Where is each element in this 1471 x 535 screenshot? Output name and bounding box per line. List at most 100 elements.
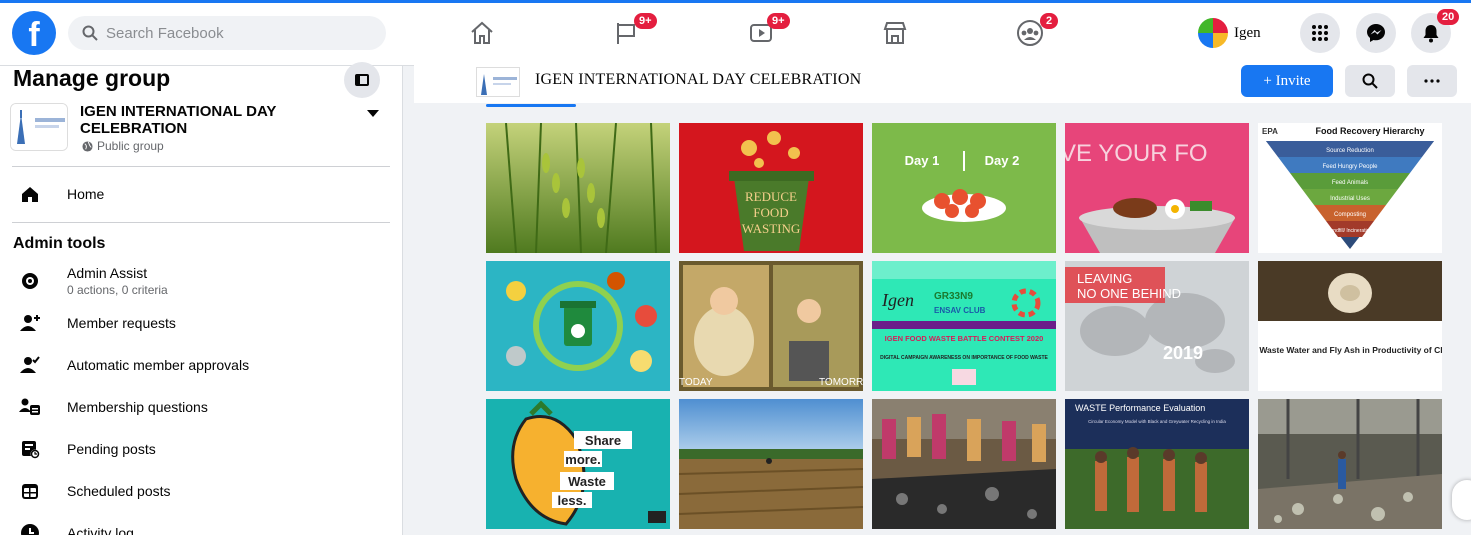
group-switcher-caret-icon[interactable] (367, 110, 379, 117)
photo-text: TOMORR (819, 377, 863, 388)
top-accent-line (0, 0, 1471, 3)
divider (12, 166, 390, 167)
sidebar-item-member-requests[interactable]: Member requests (0, 303, 400, 343)
sidebar-title: Manage group (13, 65, 171, 91)
menu-grid-button[interactable] (1300, 13, 1340, 53)
sidebar-item-home[interactable]: Home (0, 174, 400, 214)
group-name[interactable]: IGEN INTERNATIONAL DAY CELEBRATION (80, 103, 350, 137)
photo-text: Source Reduction (1326, 148, 1374, 154)
photo-text: GR33N9 (934, 291, 973, 302)
collapse-sidebar-button[interactable] (344, 62, 380, 98)
photo-text: NO ONE BEHIND (1077, 286, 1181, 301)
messenger-button[interactable] (1356, 13, 1396, 53)
sidebar-item-label: Scheduled posts (67, 483, 171, 499)
sidebar-item-label: Home (67, 186, 105, 202)
photo-tile[interactable] (679, 399, 863, 529)
globe-icon (82, 140, 93, 152)
photo-tile[interactable] (1258, 399, 1442, 529)
group-header-thumbnail[interactable] (476, 67, 520, 97)
photo-tile[interactable]: TODAY TOMORR (679, 261, 863, 391)
sidebar-item-label: Member requests (67, 315, 176, 331)
photo-text: more. (565, 452, 600, 467)
photo-tile[interactable] (486, 123, 670, 253)
divider (12, 222, 390, 223)
svg-text:Igen: Igen (881, 290, 914, 310)
groups-badge: 2 (1040, 13, 1058, 29)
photo-tile[interactable]: WASTE Performance Evaluation Circular Eco… (1065, 399, 1249, 529)
notifications-badge: 20 (1437, 9, 1460, 25)
watch-badge: 9+ (767, 13, 790, 29)
photo-text: Landfill/ Incineration (1328, 228, 1373, 234)
sidebar-item-pending-posts[interactable]: Pending posts (0, 429, 400, 469)
more-options-button[interactable] (1407, 65, 1457, 97)
admin-assist-icon (12, 263, 48, 299)
pending-posts-icon (12, 431, 48, 467)
photo-text: 2019 (1163, 343, 1203, 363)
sidebar-item-label: Activity log (67, 525, 134, 535)
photo-text: FOOD (753, 205, 788, 220)
automatic-approvals-icon (12, 347, 48, 383)
sidebar-item-sublabel: 0 actions, 0 criteria (67, 283, 168, 297)
photo-text: ENSAV CLUB (934, 306, 986, 315)
photo-tile[interactable]: VE YOUR FO (1065, 123, 1249, 253)
photo-text: Role of Waste Water and Fly Ash in Produ… (1258, 345, 1442, 355)
sidebar-item-label: Automatic member approvals (67, 357, 250, 373)
sidebar-item-scheduled-posts[interactable]: Scheduled posts (0, 471, 400, 511)
group-search-button[interactable] (1345, 65, 1395, 97)
photo-text: Circular Economy Model with Black and Gr… (1088, 419, 1226, 424)
sidebar-item-activity-log[interactable]: Activity log (0, 513, 400, 535)
photo-text: REDUCE (745, 189, 797, 204)
pages-badge: 9+ (634, 13, 657, 29)
group-header-title: IGEN INTERNATIONAL DAY CELEBRATION (535, 71, 862, 88)
admin-tools-heading: Admin tools (13, 235, 106, 252)
photo-tile[interactable]: Share more. Waste less. (486, 399, 670, 529)
messenger-icon (1367, 24, 1385, 42)
facebook-logo-icon[interactable]: f (12, 11, 56, 55)
photo-tile[interactable] (486, 261, 670, 391)
group-header-bar: IGEN INTERNATIONAL DAY CELEBRATION + Inv… (414, 59, 1471, 103)
top-navigation-bar: f 9+ 9+ 2 Igen 20 (0, 0, 1471, 66)
search-box[interactable] (68, 16, 386, 50)
calendar-icon (12, 473, 48, 509)
svg-text:EPA: EPA (1262, 127, 1278, 136)
sidebar-item-admin-assist[interactable]: Admin Assist 0 actions, 0 criteria (0, 261, 400, 301)
photo-tile[interactable]: LEAVING NO ONE BEHIND 2019 (1065, 261, 1249, 391)
group-cover-thumbnail[interactable] (10, 103, 68, 151)
sidebar-item-membership-questions[interactable]: Membership questions (0, 387, 400, 427)
member-requests-icon (12, 305, 48, 341)
photo-tile[interactable]: REDUCE FOOD WASTING (679, 123, 863, 253)
grid-menu-icon (1312, 25, 1328, 41)
photo-text: TODAY (679, 377, 713, 388)
profile-name: Igen (1234, 24, 1261, 41)
photo-tile[interactable] (872, 399, 1056, 529)
home-nav-icon[interactable] (467, 18, 497, 48)
sidebar-item-automatic-member-approvals[interactable]: Automatic member approvals (0, 345, 400, 385)
photo-tile[interactable]: Igen GR33N9 ENSAV CLUB IGEN FOOD WASTE BATT… (872, 261, 1056, 391)
photo-text: Share (585, 433, 621, 448)
profile-chip[interactable]: Igen (1198, 18, 1261, 48)
photo-text: Day 2 (985, 153, 1020, 168)
invite-label: + Invite (1263, 72, 1311, 89)
photo-text: WASTE Performance Evaluation (1075, 403, 1205, 413)
group-privacy: Public group (82, 139, 164, 153)
sidebar-item-label: Pending posts (67, 441, 156, 457)
bell-icon (1423, 25, 1439, 43)
avatar (1198, 18, 1228, 48)
sidebar-item-label: Membership questions (67, 399, 208, 415)
photo-text: IGEN FOOD WASTE BATTLE CONTEST 2020 (885, 334, 1044, 343)
manage-group-sidebar: Manage group IGEN INTERNATIONAL DAY CELE… (0, 62, 403, 535)
photo-tile[interactable]: Day 1 Day 2 (872, 123, 1056, 253)
scroll-indicator[interactable] (1452, 480, 1471, 520)
sidebar-toggle-icon (355, 74, 369, 86)
invite-button[interactable]: + Invite (1241, 65, 1333, 97)
photo-text: VE YOUR FO (1065, 140, 1208, 167)
photo-tile[interactable]: Role of Waste Water and Fly Ash in Produ… (1258, 261, 1442, 391)
marketplace-nav-icon[interactable] (880, 18, 910, 48)
photo-tile[interactable]: EPA Food Recovery Hierarchy Source Reducti… (1258, 123, 1442, 253)
search-input[interactable] (106, 24, 366, 42)
search-icon (82, 25, 98, 41)
photo-text: WASTING (742, 221, 801, 236)
more-dots-icon (1424, 79, 1440, 83)
membership-questions-icon (12, 389, 48, 425)
group-privacy-label: Public group (97, 139, 164, 153)
